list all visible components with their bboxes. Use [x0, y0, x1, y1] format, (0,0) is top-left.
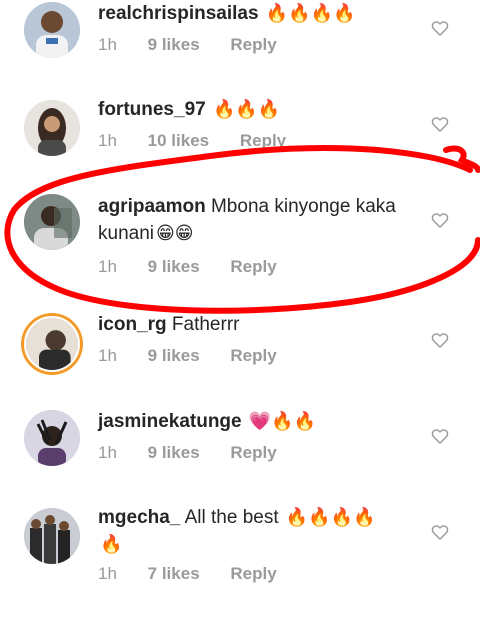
comment-meta: 1h 9 likes Reply — [98, 443, 420, 463]
comment-emoji: 🔥🔥🔥🔥 — [265, 3, 356, 23]
comment-username[interactable]: agripaamon — [98, 196, 206, 217]
heart-icon[interactable] — [430, 330, 450, 350]
avatar[interactable] — [24, 194, 80, 250]
comment-username[interactable]: mgecha_ — [98, 507, 180, 528]
comment-time: 1h — [98, 564, 117, 583]
heart-icon[interactable] — [430, 426, 450, 446]
comment-emoji: 🔥🔥🔥 — [212, 99, 281, 119]
likes-count[interactable]: 9 likes — [148, 346, 200, 366]
comment-time: 1h — [98, 443, 117, 462]
likes-count[interactable]: 9 likes — [148, 257, 200, 277]
comment-meta: 1h 7 likes Reply — [98, 564, 420, 584]
reply-button[interactable]: Reply — [230, 443, 276, 463]
heart-icon[interactable] — [430, 522, 450, 542]
comment-username[interactable]: jasminekatunge — [98, 411, 242, 432]
avatar[interactable] — [24, 316, 80, 372]
heart-icon[interactable] — [430, 18, 450, 38]
comment-emoji: 🔥 — [100, 534, 123, 554]
comment-emoji: 🔥🔥🔥🔥 — [285, 507, 376, 527]
likes-count[interactable]: 9 likes — [148, 443, 200, 463]
comment-username[interactable]: icon_rg — [98, 314, 167, 335]
comment-time: 1h — [98, 35, 117, 54]
comment-meta: 1h 9 likes Reply — [98, 35, 420, 55]
likes-count[interactable]: 9 likes — [148, 35, 200, 55]
comment-meta: 1h 9 likes Reply — [98, 257, 420, 277]
likes-count[interactable]: 7 likes — [148, 564, 200, 584]
reply-button[interactable]: Reply — [230, 346, 276, 366]
comment-emoji: 😁😁 — [156, 223, 194, 243]
comment-time: 1h — [98, 346, 117, 365]
avatar[interactable] — [24, 508, 80, 564]
comment-time: 1h — [98, 257, 117, 276]
reply-button[interactable]: Reply — [230, 564, 276, 584]
reply-button[interactable]: Reply — [230, 257, 276, 277]
heart-icon[interactable] — [430, 210, 450, 230]
heart-icon[interactable] — [430, 114, 450, 134]
comment-meta: 1h 9 likes Reply — [98, 346, 420, 366]
avatar[interactable] — [24, 2, 80, 58]
avatar[interactable] — [24, 410, 80, 466]
reply-button[interactable]: Reply — [240, 131, 286, 151]
comment-text: Fatherrr — [171, 314, 240, 335]
comment-meta: 1h 10 likes Reply — [98, 131, 420, 151]
comment-emoji: 💗🔥🔥 — [248, 411, 317, 431]
avatar[interactable] — [24, 100, 80, 156]
comment-username[interactable]: realchrispinsailas — [98, 3, 259, 24]
likes-count[interactable]: 10 likes — [148, 131, 209, 151]
comment-username[interactable]: fortunes_97 — [98, 99, 206, 120]
comment-text: All the best — [184, 507, 279, 528]
comment-time: 1h — [98, 131, 117, 150]
reply-button[interactable]: Reply — [230, 35, 276, 55]
